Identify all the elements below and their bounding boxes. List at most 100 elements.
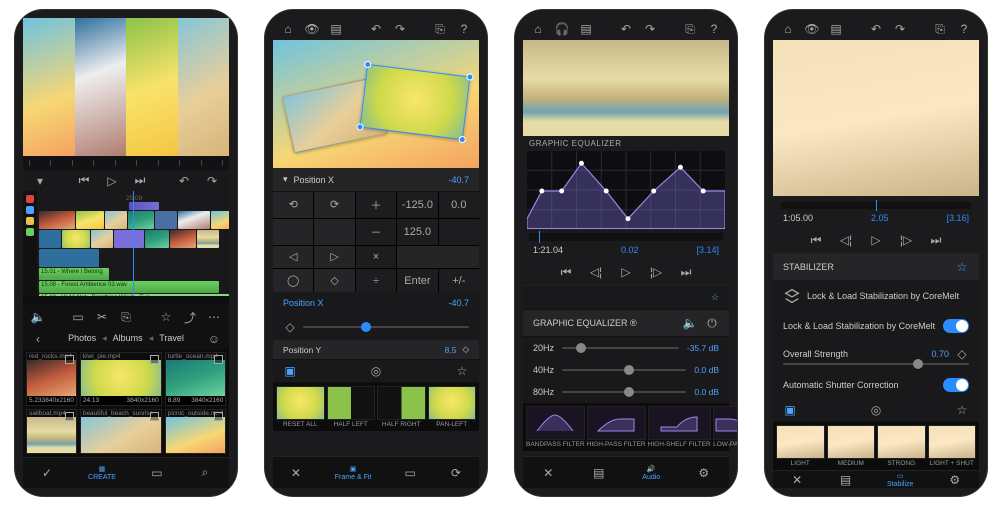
focus-icon[interactable]: ◎ (369, 364, 383, 378)
keyframe-icon[interactable]: ◇ (955, 347, 969, 361)
play-icon[interactable]: ▷ (619, 265, 633, 279)
crop-icon[interactable]: ▣ (283, 364, 297, 378)
cut-icon[interactable]: ✂ (95, 310, 109, 324)
preview-canvas[interactable] (273, 40, 479, 168)
help-icon[interactable]: ? (457, 22, 471, 36)
play-icon[interactable]: ▷ (869, 233, 883, 247)
scrubber[interactable] (529, 233, 723, 241)
play-icon[interactable]: ▷ (105, 174, 119, 188)
back-icon[interactable]: ✕ (289, 466, 303, 480)
key-prev[interactable]: ◁ (273, 246, 313, 269)
row-position-y[interactable]: Position Y 8.5◇ (273, 340, 479, 360)
clipboard-icon[interactable]: ⎘ (683, 22, 697, 36)
eq-graph[interactable] (527, 151, 725, 229)
close-icon[interactable]: ✕ (790, 473, 804, 487)
preset-item[interactable]: PAN-LEFT (428, 386, 477, 428)
strength-slider[interactable] (773, 363, 979, 371)
tracks-icon[interactable]: ▤ (592, 466, 606, 480)
star-icon[interactable]: ☆ (159, 310, 173, 324)
collapse-icon[interactable]: ▾ (33, 174, 47, 188)
nav-frame-fit[interactable]: ▣Frame & Fit (335, 465, 372, 481)
media-tab-albums[interactable]: Albums (113, 333, 143, 344)
undo-icon[interactable]: ↶ (869, 22, 883, 36)
timeline[interactable]: 25.09 15.01 - Where I Belong (23, 191, 229, 295)
media-item[interactable]: picnic_outside.mp4 (165, 409, 227, 454)
clip-card-selected[interactable] (359, 64, 470, 140)
back-icon[interactable]: ‹ (31, 332, 45, 346)
eye-icon[interactable]: 👁 (805, 22, 819, 36)
speaker-icon[interactable]: 🔈 (683, 316, 697, 330)
skip-start-icon[interactable]: ⏮ (559, 265, 573, 279)
undo-icon[interactable]: ↶ (177, 174, 191, 188)
key-minus[interactable]: － (356, 219, 396, 245)
filter-item[interactable]: HIGH-SHELF FILTER (648, 406, 711, 448)
clipboard-icon[interactable]: ⎘ (119, 310, 133, 324)
search-icon[interactable]: ⌕ (198, 466, 212, 480)
key-next[interactable]: ▷ (314, 246, 354, 269)
preset-item[interactable]: STRONG (877, 425, 926, 467)
preset-item[interactable]: LIGHT (776, 425, 825, 467)
redo-icon[interactable]: ↷ (393, 22, 407, 36)
rotate-icon[interactable]: ⟳ (449, 466, 463, 480)
speaker-icon[interactable]: 🔈 (31, 310, 45, 324)
star-icon[interactable]: ☆ (711, 292, 719, 303)
nav-create[interactable]: ▦CREATE (88, 465, 116, 481)
redo-icon[interactable]: ↷ (643, 22, 657, 36)
media-item[interactable]: red_rocks.mp4 5.233840x2160 (26, 352, 77, 406)
smiley-icon[interactable]: ☺ (207, 332, 221, 346)
keyframe-icon[interactable]: ◇ (462, 344, 469, 355)
layers-icon[interactable]: ▤ (329, 22, 343, 36)
home-icon[interactable]: ⌂ (281, 22, 295, 36)
eq-band-row[interactable]: 80Hz 0.0 dB (523, 381, 729, 403)
eq-band-row[interactable]: 20Hz -35.7 dB (523, 337, 729, 359)
clipboard-icon[interactable]: ⎘ (933, 22, 947, 36)
toggle-stabilization[interactable] (943, 319, 969, 333)
step-back-icon[interactable]: ◁¦ (589, 265, 603, 279)
select-icon[interactable]: ▭ (71, 310, 85, 324)
redo-icon[interactable]: ↷ (893, 22, 907, 36)
media-item[interactable]: turtle_ocean.mp4 8.893840x2160 (165, 352, 227, 406)
clipboard-icon[interactable]: ⎘ (433, 22, 447, 36)
key-enter[interactable]: Enter (397, 269, 437, 292)
undo-icon[interactable]: ↶ (369, 22, 383, 36)
eye-icon[interactable]: 👁 (305, 22, 319, 36)
next-frame-icon[interactable]: ⏭ (133, 174, 147, 188)
key-plus[interactable]: ＋ (356, 192, 396, 218)
media-tab-photos[interactable]: Photos (68, 333, 96, 344)
frames-icon[interactable]: ▭ (150, 466, 164, 480)
scrubber[interactable] (781, 202, 971, 209)
star-icon[interactable]: ☆ (955, 403, 969, 417)
step-fwd-icon[interactable]: ¦▷ (899, 233, 913, 247)
redo-icon[interactable]: ↷ (205, 174, 219, 188)
undo-icon[interactable]: ↶ (619, 22, 633, 36)
sliders-icon[interactable]: ⚙ (697, 466, 711, 480)
media-item[interactable]: sailboat.mp4 (26, 409, 77, 454)
sliders-icon[interactable]: ⚙ (948, 473, 962, 487)
preset-item[interactable]: RESET ALL (276, 386, 325, 428)
skip-end-icon[interactable]: ⏭ (679, 265, 693, 279)
nav-audio[interactable]: 🔊Audio (642, 465, 660, 481)
step-back-icon[interactable]: ◁¦ (839, 233, 853, 247)
key-divide[interactable]: ÷ (356, 269, 396, 292)
media-tab-travel[interactable]: Travel (159, 333, 184, 344)
parameter-header[interactable]: ▾Position X -40.7 (273, 168, 479, 192)
eq-band-row[interactable]: 40Hz 0.0 dB (523, 359, 729, 381)
star-icon[interactable]: ☆ (455, 364, 469, 378)
crop-icon[interactable]: ▣ (783, 403, 797, 417)
power-icon[interactable]: ⏻ (705, 316, 719, 330)
home-icon[interactable]: ⌂ (781, 22, 795, 36)
key-val[interactable]: -125.0 (397, 192, 437, 218)
media-item[interactable]: beautiful_beach_sunrise... (80, 409, 162, 454)
filter-item[interactable]: BANDPASS FILTER (526, 406, 585, 448)
media-item[interactable]: kiwi_pie.mp4 24.133840x2160 (80, 352, 162, 406)
key-marker[interactable]: ◇ (314, 269, 354, 292)
toggle-shutter[interactable] (943, 378, 969, 392)
preset-item[interactable]: LIGHT + SHUT (928, 425, 977, 467)
key-sign[interactable]: +/- (439, 269, 479, 292)
home-icon[interactable]: ⌂ (531, 22, 545, 36)
layers-icon[interactable]: ▤ (829, 22, 843, 36)
preset-item[interactable]: HALF LEFT (327, 386, 376, 428)
filter-item[interactable]: LOW-PASS FI (713, 406, 737, 448)
preset-item[interactable]: MEDIUM (827, 425, 876, 467)
focus-icon[interactable]: ◎ (869, 403, 883, 417)
